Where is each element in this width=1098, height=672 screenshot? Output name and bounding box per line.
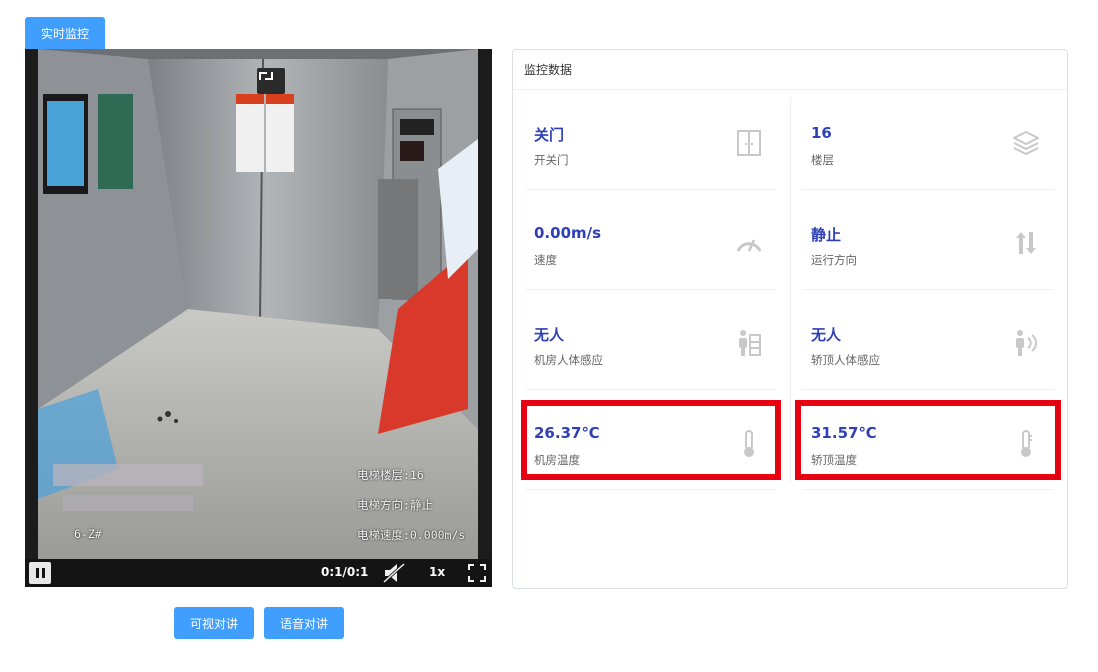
column-divider [790, 98, 791, 482]
osd-camera-id: 6-Z# [74, 527, 102, 541]
speed-card: 0.00m/s 速度 [526, 198, 776, 290]
direction-card: 静止 运行方向 [803, 198, 1053, 290]
monitor-data-panel: 监控数据 关门 开关门 16 楼层 0.00m/s 速度 静止 运行方向 无人 … [512, 49, 1068, 589]
osd-direction: 电梯方向:静止 [357, 498, 433, 512]
elevator-camera-feed: 电梯楼层:16 电梯方向:静止 电梯速度:0.000m/s 6-Z# ⟳ [38, 49, 478, 559]
car-top-presence-label: 轿顶人体感应 [811, 353, 880, 367]
machine-room-temp-card: 26.37℃ 机房温度 [526, 398, 776, 490]
machine-room-presence-card: 无人 机房人体感应 [526, 298, 776, 390]
thermometer-icon [1011, 428, 1041, 458]
osd-speed: 电梯速度:0.000m/s [357, 528, 466, 542]
floor-card: 16 楼层 [803, 98, 1053, 190]
floor-label: 楼层 [811, 153, 834, 167]
swap-view-icon[interactable] [257, 68, 285, 94]
speed-value: 0.00m/s [534, 224, 602, 242]
car-top-presence-value: 无人 [811, 326, 842, 344]
machine-room-presence-label: 机房人体感应 [534, 353, 603, 367]
person-signal-icon [1011, 328, 1041, 358]
person-sensor-icon [734, 328, 764, 358]
layers-icon [1011, 128, 1041, 158]
speedometer-icon [734, 228, 764, 258]
car-top-temp-value: 31.57℃ [811, 424, 877, 442]
machine-room-presence-value: 无人 [534, 326, 565, 344]
machine-room-temp-label: 机房温度 [534, 453, 580, 467]
up-down-arrows-icon [1011, 228, 1041, 258]
mute-icon[interactable] [381, 561, 407, 585]
door-icon [734, 128, 764, 158]
panel-title: 监控数据 [513, 50, 1067, 90]
door-status-label: 开关门 [534, 153, 569, 167]
tab-realtime-monitor[interactable]: 实时监控 [25, 17, 105, 49]
voice-talk-button[interactable]: 语音对讲 [264, 607, 344, 639]
direction-label: 运行方向 [811, 253, 857, 267]
osd-floor: 电梯楼层:16 [357, 468, 424, 482]
car-top-presence-card: 无人 轿顶人体感应 [803, 298, 1053, 390]
thermometer-icon [734, 428, 764, 458]
door-status-value: 关门 [534, 126, 565, 144]
pause-button[interactable] [29, 562, 51, 584]
floor-value: 16 [811, 124, 832, 142]
speed-label: 速度 [534, 253, 557, 267]
video-player[interactable]: 电梯楼层:16 电梯方向:静止 电梯速度:0.000m/s 6-Z# ⟳ 0:1… [25, 49, 492, 587]
direction-value: 静止 [811, 226, 842, 244]
car-top-temp-card: 31.57℃ 轿顶温度 [803, 398, 1053, 490]
video-talk-button[interactable]: 可视对讲 [174, 607, 254, 639]
car-top-temp-label: 轿顶温度 [811, 453, 857, 467]
player-controls: 0:1/0:1 1x [25, 559, 492, 587]
door-status-card: 关门 开关门 [526, 98, 776, 190]
machine-room-temp-value: 26.37℃ [534, 424, 600, 442]
playback-speed[interactable]: 1x [429, 565, 445, 579]
playback-time: 0:1/0:1 [321, 565, 369, 579]
fullscreen-icon[interactable] [465, 561, 489, 585]
